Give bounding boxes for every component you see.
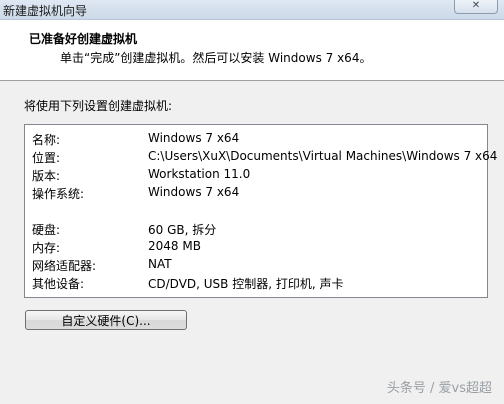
settings-summary: 名称: Windows 7 x64 位置: C:\Users\XuX\Docum…: [24, 124, 497, 298]
setting-value: 2048 MB: [148, 239, 201, 253]
setting-value: Windows 7 x64: [148, 185, 240, 199]
setting-label: 硬盘:: [32, 223, 61, 237]
title-bar: 新建虚拟机向导 ✕: [0, 0, 504, 20]
setting-value: C:\Users\XuX\Documents\Virtual Machines\…: [148, 149, 498, 163]
setting-label: 版本:: [32, 169, 61, 183]
setting-value: 60 GB, 拆分: [148, 223, 217, 237]
setting-label: 其他设备:: [32, 277, 85, 291]
setting-value: NAT: [148, 257, 172, 271]
header-title: 已准备好创建虚拟机: [29, 32, 138, 46]
close-icon: ✕: [471, 0, 481, 11]
wizard-header: 已准备好创建虚拟机 单击“完成”创建虚拟机。然后可以安装 Windows 7 x…: [0, 20, 504, 81]
setting-label: 网络适配器:: [32, 259, 97, 273]
customize-hardware-button[interactable]: 自定义硬件(C)...: [25, 310, 187, 330]
setting-label: 操作系统:: [32, 187, 85, 201]
header-subtitle: 单击“完成”创建虚拟机。然后可以安装 Windows 7 x64。: [60, 51, 372, 65]
settings-intro: 将使用下列设置创建虚拟机:: [24, 99, 173, 113]
watermark: 头条号 / 爱vs超超: [386, 381, 492, 396]
setting-value: CD/DVD, USB 控制器, 打印机, 声卡: [148, 277, 344, 291]
setting-value: Workstation 11.0: [148, 167, 251, 181]
setting-label: 名称:: [32, 133, 61, 147]
setting-label: 内存:: [32, 241, 61, 255]
close-button[interactable]: ✕: [454, 0, 498, 14]
setting-label: 位置:: [32, 151, 61, 165]
window-title: 新建虚拟机向导: [3, 4, 88, 18]
setting-value: Windows 7 x64: [148, 131, 240, 145]
